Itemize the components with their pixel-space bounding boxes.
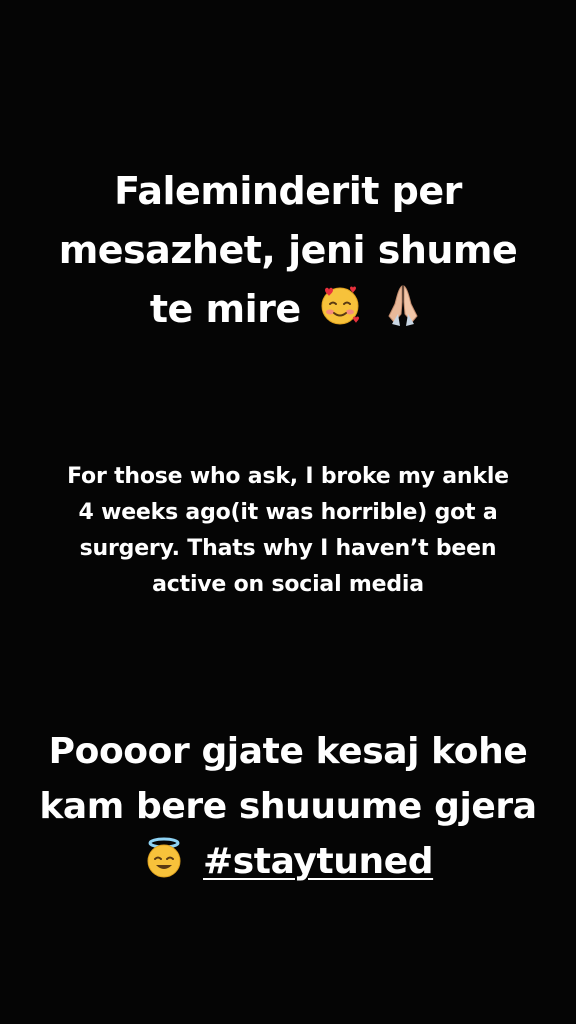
- caption-explanation: For those who ask, I broke my ankle 4 we…: [0, 459, 576, 603]
- story-canvas: Faleminderit per mesazhet, jeni shume te…: [0, 0, 576, 1024]
- caption-thanks-line-1: Faleminderit per: [114, 169, 462, 213]
- caption-explanation-line-4: active on social media: [152, 572, 424, 597]
- folded-hands-icon: [380, 282, 426, 345]
- caption-thanks: Faleminderit per mesazhet, jeni shume te…: [0, 162, 576, 345]
- smiling-face-with-halo-icon: [143, 837, 185, 895]
- smiling-face-with-hearts-icon: [317, 282, 363, 345]
- staytuned-hashtag-link[interactable]: #staytuned: [203, 841, 434, 882]
- caption-thanks-line-3-row: te mire: [0, 280, 576, 345]
- caption-teaser-line-3-row: #staytuned: [0, 834, 576, 895]
- caption-explanation-line-1: For those who ask, I broke my ankle: [67, 464, 509, 489]
- caption-explanation-line-3: surgery. Thats why I haven’t been: [79, 536, 497, 561]
- caption-thanks-line-2: mesazhet, jeni shume: [58, 228, 518, 272]
- caption-teaser: Poooor gjate kesaj kohe kam bere shuuume…: [0, 724, 576, 895]
- caption-explanation-line-2: 4 weeks ago(it was horrible) got a: [78, 500, 498, 525]
- caption-thanks-line-3: te mire: [149, 287, 301, 331]
- caption-teaser-line-2: kam bere shuuume gjera: [39, 786, 537, 827]
- caption-teaser-line-1: Poooor gjate kesaj kohe: [48, 731, 528, 772]
